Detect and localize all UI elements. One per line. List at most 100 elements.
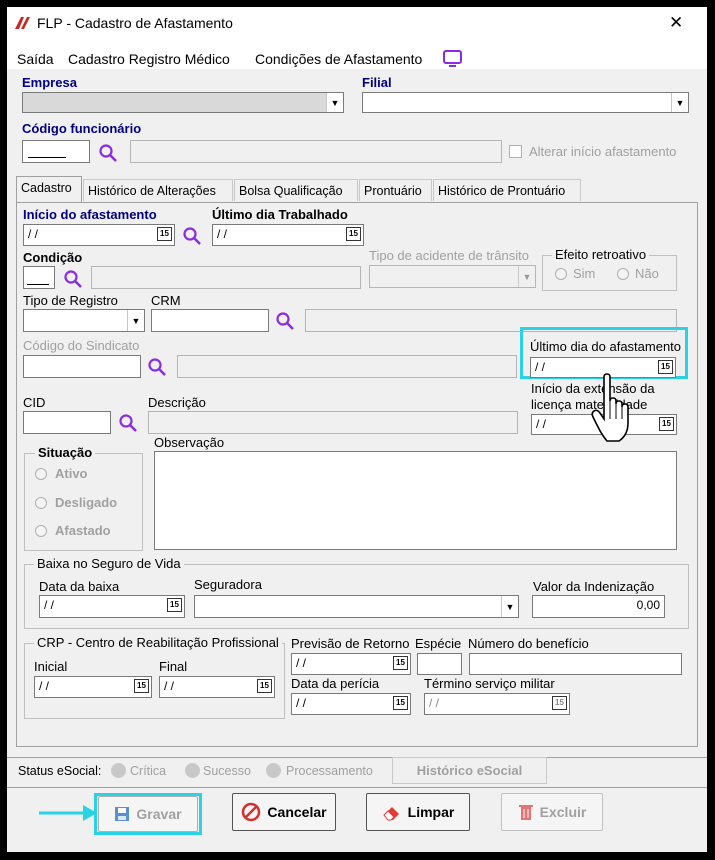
crp-final-input[interactable]: / / 15	[159, 676, 275, 698]
observacao-label: Observação	[154, 435, 225, 450]
date-value: / /	[44, 598, 55, 612]
gravar-label: Gravar	[136, 806, 182, 822]
date-value: / /	[536, 417, 547, 431]
status-esocial-label: Status eSocial:	[18, 764, 102, 778]
radio-sim[interactable]	[555, 268, 567, 280]
codigo-funcionario-input[interactable]	[22, 140, 90, 163]
date-value: / /	[535, 360, 546, 374]
radio-afastado-label: Afastado	[55, 523, 111, 538]
radio-afastado[interactable]	[35, 525, 47, 537]
monitor-icon[interactable]	[443, 50, 463, 68]
tab-cadastro[interactable]: Cadastro	[16, 176, 82, 202]
condicao-descricao-display	[91, 266, 361, 289]
chevron-down-icon[interactable]: ▼	[127, 310, 144, 331]
title-bar: FLP - Cadastro de Afastamento ✕	[7, 7, 707, 39]
radio-ativo[interactable]	[35, 468, 47, 480]
calendar-icon[interactable]: 15	[659, 417, 674, 431]
codigo-sindicato-input[interactable]	[23, 355, 141, 378]
condicao-input[interactable]	[23, 266, 55, 289]
valor-indenizacao-input[interactable]: 0,00	[532, 595, 665, 618]
alterar-inicio-checkbox[interactable]	[509, 145, 522, 158]
calendar-icon[interactable]: 15	[157, 227, 172, 241]
numero-beneficio-input[interactable]	[469, 653, 682, 675]
hand-cursor-icon	[591, 373, 629, 442]
cancelar-button[interactable]: Cancelar	[232, 793, 336, 831]
cid-input[interactable]	[23, 411, 111, 434]
data-pericia-input[interactable]: / / 15	[291, 693, 411, 715]
calendar-icon[interactable]: 15	[346, 227, 361, 241]
chevron-down-icon[interactable]: ▼	[501, 596, 518, 617]
calendar-icon[interactable]: 15	[552, 696, 567, 710]
tab-historico-alteracoes[interactable]: Histórico de Alterações	[83, 179, 233, 201]
cancel-icon	[242, 802, 261, 822]
tab-prontuario[interactable]: Prontuário	[359, 179, 432, 201]
excluir-button[interactable]: Excluir	[501, 793, 603, 831]
radio-desligado-label: Desligado	[55, 495, 118, 510]
radio-sim-label: Sim	[573, 266, 596, 281]
limpar-label: Limpar	[407, 804, 455, 820]
calendar-icon[interactable]: 15	[167, 598, 182, 612]
ultimo-dia-trabalhado-input[interactable]: / / 15	[212, 224, 364, 246]
termino-servico-militar-input[interactable]: / / 15	[424, 693, 570, 715]
previsao-retorno-input[interactable]: / / 15	[291, 653, 411, 675]
especie-label: Espécie	[415, 636, 462, 651]
empresa-select[interactable]: ▼	[22, 92, 344, 113]
tab-historico-prontuario[interactable]: Histórico de Prontuário	[433, 179, 581, 201]
status-processamento-indicator	[266, 763, 281, 778]
efeito-retroativo-label: Efeito retroativo	[552, 247, 650, 262]
crp-label: CRP - Centro de Reabilitação Profissiona…	[34, 635, 282, 650]
nome-funcionario-display	[130, 140, 502, 163]
chevron-down-icon[interactable]: ▼	[326, 93, 343, 112]
numero-beneficio-label: Número do benefício	[468, 636, 589, 651]
tipo-registro-label: Tipo de Registro	[23, 293, 118, 308]
codigo-funcionario-label: Código funcionário	[22, 121, 142, 136]
status-sucesso-indicator	[185, 763, 200, 778]
crp-inicial-input[interactable]: / / 15	[34, 676, 152, 698]
date-value: / /	[429, 696, 440, 710]
gravar-button[interactable]: Gravar	[98, 796, 198, 832]
calendar-icon[interactable]: 15	[257, 679, 272, 693]
status-critica-indicator	[111, 763, 126, 778]
status-sucesso-label: Sucesso	[203, 764, 251, 778]
filial-label: Filial	[362, 75, 392, 90]
tab-bolsa-qualificacao[interactable]: Bolsa Qualificação	[234, 179, 358, 201]
calendar-icon[interactable]: 15	[393, 656, 408, 670]
menu-cadastro-registro-medico[interactable]: Cadastro Registro Médico	[68, 51, 230, 67]
calendar-icon[interactable]: 15	[393, 696, 408, 710]
search-icon[interactable]	[63, 269, 83, 289]
especie-input[interactable]	[417, 653, 462, 675]
calendar-icon[interactable]: 15	[658, 360, 673, 374]
crm-input[interactable]	[151, 309, 269, 332]
observacao-textarea[interactable]	[154, 451, 677, 550]
menu-bar: Saída Cadastro Registro Médico Condições…	[7, 39, 707, 69]
radio-ativo-label: Ativo	[55, 466, 88, 481]
menu-condicoes-afastamento[interactable]: Condições de Afastamento	[255, 51, 422, 67]
data-baixa-input[interactable]: / / 15	[39, 595, 185, 618]
date-value: / /	[217, 227, 228, 241]
seguradora-select[interactable]: ▼	[194, 595, 519, 618]
filial-select[interactable]: ▼	[362, 92, 689, 113]
historico-esocial-button[interactable]: Histórico eSocial	[392, 757, 547, 784]
radio-desligado[interactable]	[35, 497, 47, 509]
search-icon[interactable]	[275, 311, 295, 331]
data-pericia-label: Data da perícia	[291, 676, 380, 691]
tipo-acidente-select[interactable]: ▼	[369, 265, 536, 288]
chevron-down-icon[interactable]: ▼	[671, 93, 688, 112]
radio-nao[interactable]	[617, 268, 629, 280]
tab-bar: Cadastro Histórico de Alterações Bolsa Q…	[16, 176, 698, 204]
input-mask	[28, 157, 66, 158]
menu-saida[interactable]: Saída	[17, 51, 54, 67]
inicio-afastamento-input[interactable]: / / 15	[23, 224, 175, 246]
search-icon[interactable]	[98, 143, 118, 163]
search-icon[interactable]	[182, 226, 202, 246]
tipo-registro-select[interactable]: ▼	[23, 309, 145, 332]
chevron-down-icon[interactable]: ▼	[518, 266, 535, 287]
seguro-vida-label: Baixa no Seguro de Vida	[34, 556, 184, 571]
sindicato-descricao-display	[177, 355, 517, 378]
close-button[interactable]: ✕	[669, 13, 683, 33]
calendar-icon[interactable]: 15	[134, 679, 149, 693]
app-logo-icon	[15, 17, 30, 29]
search-icon[interactable]	[147, 357, 167, 377]
limpar-button[interactable]: Limpar	[366, 793, 470, 831]
search-icon[interactable]	[118, 413, 138, 433]
